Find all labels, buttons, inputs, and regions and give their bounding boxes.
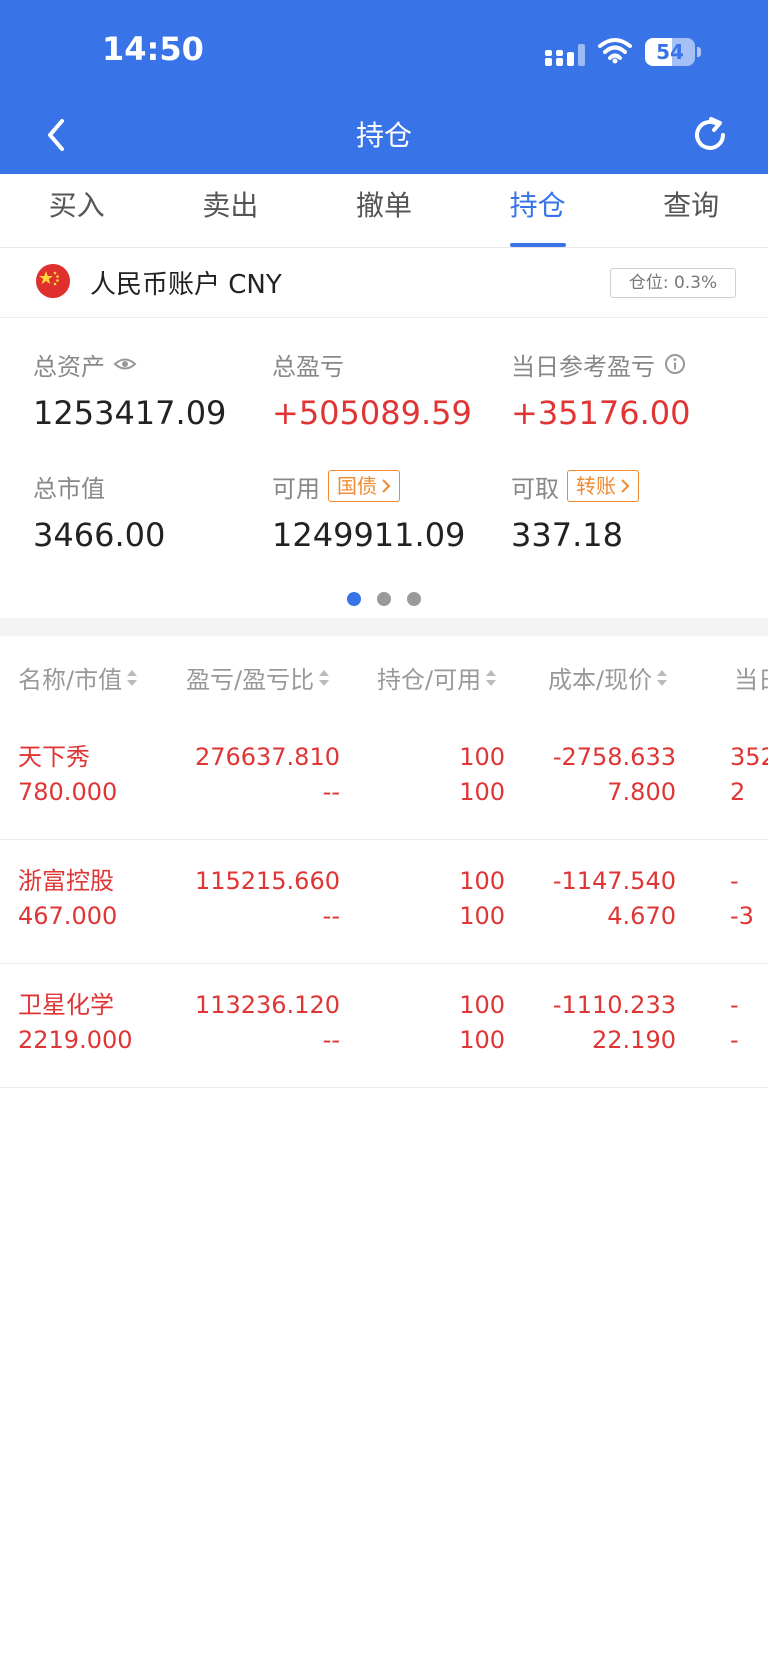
cellular-signal-icon [545, 44, 585, 66]
daily-pnl-value: +35176.00 [511, 394, 691, 432]
header-holding[interactable]: 持仓/可用 [377, 660, 497, 695]
pager-dot[interactable] [377, 592, 391, 606]
stock-price: 4.670 [607, 902, 676, 930]
treasury-bond-label: 国债 [337, 474, 377, 498]
chevron-right-icon [621, 479, 630, 493]
eye-icon[interactable] [113, 352, 137, 376]
stock-holding: 100 [459, 867, 505, 895]
treasury-bond-button[interactable]: 国债 [328, 470, 400, 502]
table-row[interactable]: 天下秀 780.000 276637.810 -- 100 100 -2758.633… [0, 716, 768, 840]
page-title: 持仓 [355, 119, 412, 152]
tab-holdings[interactable]: 持仓 [461, 174, 615, 247]
stock-market-value: 780.000 [18, 778, 118, 806]
holdings-page: 14:50 54 持仓 买入 卖出 撤单 持仓 查询 人民币账户 CNY 仓位:… [0, 0, 768, 1665]
asset-summary[interactable]: 总资产 1253417.09 总盈亏 +505089.59 当日参考盈亏 +35… [0, 318, 768, 618]
stock-available: 100 [459, 1026, 505, 1054]
tab-query[interactable]: 查询 [614, 174, 768, 247]
stock-price: 22.190 [592, 1026, 676, 1054]
daily-pnl-label: 当日参考盈亏 [511, 352, 655, 381]
withdrawable-cell: 可取 转账 337.18 [511, 470, 639, 554]
stock-name: 浙富控股 [18, 867, 114, 895]
table-row[interactable]: 浙富控股 467.000 115215.660 -- 100 100 -1147.54… [0, 840, 768, 964]
header-pnl[interactable]: 盈亏/盈亏比 [186, 660, 330, 695]
available-cell: 可用 国债 1249911.09 [272, 470, 465, 554]
stock-price: 7.800 [607, 778, 676, 806]
stock-holding: 100 [459, 991, 505, 1019]
account-name: 人民币账户 CNY [90, 270, 282, 300]
stock-name: 天下秀 [18, 743, 90, 771]
app-header: 14:50 54 持仓 [0, 0, 768, 174]
stock-cost: -1147.540 [552, 867, 676, 895]
info-icon[interactable] [663, 352, 687, 376]
daily-pnl-cell: 当日参考盈亏 +35176.00 [511, 348, 691, 433]
total-assets-value: 1253417.09 [33, 394, 227, 432]
stock-daily-bottom: 2 [730, 778, 746, 806]
withdrawable-value: 337.18 [511, 516, 623, 554]
sort-icon [486, 669, 497, 686]
available-label: 可用 [272, 474, 320, 503]
withdrawable-label: 可取 [511, 474, 559, 503]
account-selector[interactable]: 人民币账户 CNY 仓位: 0.3% [0, 248, 768, 318]
market-value-value: 3466.00 [33, 516, 166, 554]
status-time: 14:50 [102, 30, 204, 68]
total-pnl-label: 总盈亏 [272, 352, 344, 381]
stock-pnl-ratio: -- [322, 778, 340, 806]
stock-daily-bottom: -3 [730, 902, 754, 930]
stock-name: 卫星化学 [18, 991, 114, 1019]
pager-dot[interactable] [407, 592, 421, 606]
header-name-value[interactable]: 名称/市值 [18, 660, 138, 695]
holdings-table-header: 名称/市值 盈亏/盈亏比 持仓/可用 成本/现价 当日 [0, 636, 768, 716]
transfer-label: 转账 [576, 474, 616, 498]
stock-pnl: 115215.660 [194, 867, 340, 895]
summary-pager[interactable] [0, 592, 768, 608]
stock-available: 100 [459, 778, 505, 806]
stock-market-value: 467.000 [18, 902, 118, 930]
stock-cost: -2758.633 [552, 743, 676, 771]
wifi-icon [598, 38, 632, 64]
stock-market-value: 2219.000 [18, 1026, 133, 1054]
position-ratio-badge: 仓位: 0.3% [610, 268, 736, 298]
total-assets-cell: 总资产 1253417.09 [33, 348, 227, 433]
stock-daily-top: - [730, 867, 739, 895]
total-assets-label: 总资产 [33, 352, 105, 381]
chevron-right-icon [382, 479, 391, 493]
header-cost-price[interactable]: 成本/现价 [548, 660, 668, 695]
tab-buy[interactable]: 买入 [0, 174, 154, 247]
sort-icon [657, 669, 668, 686]
total-pnl-value: +505089.59 [272, 394, 472, 432]
stock-daily-top: - [730, 991, 739, 1019]
stock-daily-bottom: - [730, 1026, 739, 1054]
refresh-icon[interactable] [690, 115, 730, 155]
stock-available: 100 [459, 902, 505, 930]
stock-pnl-ratio: -- [322, 1026, 340, 1054]
stock-daily-top: 352 [730, 743, 768, 771]
header-daily[interactable]: 当日 [734, 660, 768, 695]
stock-cost: -1110.233 [552, 991, 676, 1019]
trade-tabs: 买入 卖出 撤单 持仓 查询 [0, 174, 768, 248]
market-value-cell: 总市值 3466.00 [33, 470, 166, 555]
tab-sell[interactable]: 卖出 [154, 174, 308, 247]
available-value: 1249911.09 [272, 516, 466, 554]
pager-dot[interactable] [347, 592, 361, 606]
section-divider [0, 618, 768, 636]
transfer-button[interactable]: 转账 [567, 470, 639, 502]
total-pnl-cell: 总盈亏 +505089.59 [272, 348, 472, 433]
stock-pnl: 113236.120 [194, 991, 340, 1019]
table-row[interactable]: 卫星化学 2219.000 113236.120 -- 100 100 -1110.2… [0, 964, 768, 1088]
market-value-label: 总市值 [33, 474, 105, 503]
stock-holding: 100 [459, 743, 505, 771]
battery-icon: 54 [645, 38, 701, 66]
china-flag-icon [36, 264, 70, 298]
sort-icon [127, 669, 138, 686]
sort-icon [319, 669, 330, 686]
stock-pnl-ratio: -- [322, 902, 340, 930]
tab-cancel-order[interactable]: 撤单 [307, 174, 461, 247]
battery-level: 54 [656, 40, 684, 64]
stock-pnl: 276637.810 [194, 743, 340, 771]
